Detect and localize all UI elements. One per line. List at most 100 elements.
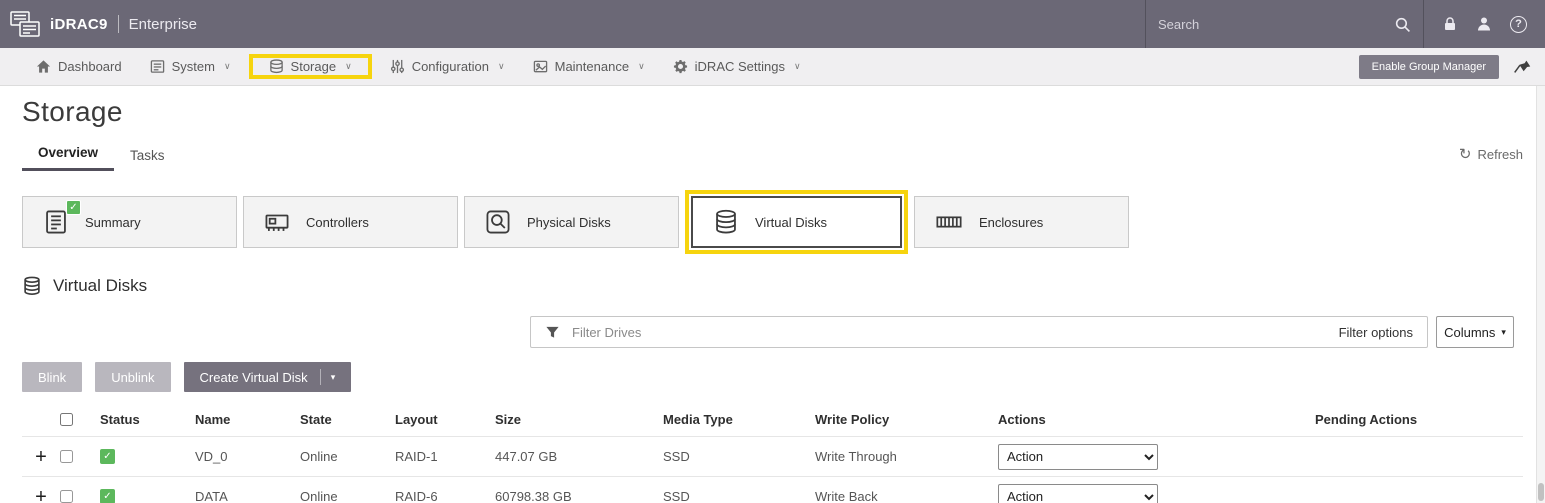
nav-label: System xyxy=(172,59,215,74)
refresh-button[interactable]: ↻ Refresh xyxy=(1459,145,1523,163)
header-layout: Layout xyxy=(395,412,495,427)
caret-down-icon: ▾ xyxy=(331,372,336,383)
enable-group-manager-button[interactable]: Enable Group Manager xyxy=(1359,55,1499,79)
chevron-down-icon: ∨ xyxy=(498,61,505,72)
enclosures-icon xyxy=(935,209,963,235)
expand-row-icon[interactable]: + xyxy=(35,486,47,503)
card-physical-disks[interactable]: Physical Disks xyxy=(464,196,679,248)
virtual-disks-highlight: Virtual Disks xyxy=(685,190,908,254)
main-content: Storage Overview Tasks ↻ Refresh ✓ Summa… xyxy=(0,96,1545,503)
cell-layout: RAID-6 xyxy=(395,489,495,503)
nav-label: iDRAC Settings xyxy=(695,59,785,74)
header-state: State xyxy=(300,412,395,427)
row-checkbox[interactable] xyxy=(60,450,73,463)
filter-bar: Filter options xyxy=(530,316,1428,348)
tab-overview[interactable]: Overview xyxy=(22,138,114,171)
header-status: Status xyxy=(95,412,195,427)
cell-state: Online xyxy=(300,489,395,503)
lock-icon[interactable] xyxy=(1442,16,1458,32)
brand-area: iDRAC9 Enterprise xyxy=(0,0,1145,48)
scrollbar-thumb[interactable] xyxy=(1538,483,1544,501)
brand-edition: Enterprise xyxy=(129,16,197,33)
nav-item-configuration[interactable]: Configuration ∨ xyxy=(376,48,519,85)
header-media-type: Media Type xyxy=(663,412,815,427)
card-label: Enclosures xyxy=(979,215,1043,230)
virtual-disks-icon xyxy=(713,209,739,235)
section-title: Virtual Disks xyxy=(53,276,147,296)
nav-item-system[interactable]: System ∨ xyxy=(136,48,245,85)
filter-row: Filter options Columns ▾ xyxy=(22,316,1523,349)
brand-name: iDRAC9 xyxy=(50,16,108,33)
nav-item-maintenance[interactable]: Maintenance ∨ xyxy=(519,48,659,85)
unblink-button[interactable]: Unblink xyxy=(95,362,170,392)
header-size: Size xyxy=(495,412,663,427)
vertical-scrollbar[interactable] xyxy=(1536,48,1545,503)
pin-icon[interactable] xyxy=(1514,57,1533,76)
table-row: + ✓ DATA Online RAID-6 60798.38 GB SSD W… xyxy=(22,476,1523,503)
card-summary[interactable]: ✓ Summary xyxy=(22,196,237,248)
tab-row: Overview Tasks ↻ Refresh xyxy=(22,138,1523,171)
status-ok-badge: ✓ xyxy=(100,489,115,503)
storage-nav-highlight: Storage ∨ xyxy=(249,54,372,79)
chevron-down-icon: ∨ xyxy=(794,61,801,72)
chevron-down-icon: ∨ xyxy=(224,61,231,72)
table-row: + ✓ VD_0 Online RAID-1 447.07 GB SSD Wri… xyxy=(22,436,1523,476)
system-icon xyxy=(150,59,165,74)
vd-toolbar: Blink Unblink Create Virtual Disk ▾ xyxy=(22,362,1523,392)
cell-size: 60798.38 GB xyxy=(495,489,663,503)
cell-name: DATA xyxy=(195,489,300,503)
storage-category-cards: ✓ Summary Controllers xyxy=(22,196,1523,248)
search-icon[interactable] xyxy=(1394,16,1411,33)
idrac-logo-icon xyxy=(10,11,40,38)
physical-disks-icon xyxy=(485,209,511,235)
action-dropdown[interactable]: Action xyxy=(998,484,1158,503)
expand-row-icon[interactable]: + xyxy=(35,446,47,468)
maintenance-icon xyxy=(533,59,548,74)
cell-write-policy: Write Back xyxy=(815,489,998,503)
nav-item-dashboard[interactable]: Dashboard xyxy=(22,48,136,85)
card-enclosures[interactable]: Enclosures xyxy=(914,196,1129,248)
card-label: Controllers xyxy=(306,215,369,230)
page-title: Storage xyxy=(22,96,1523,128)
columns-button[interactable]: Columns ▾ xyxy=(1436,316,1514,348)
top-header: iDRAC9 Enterprise ? xyxy=(0,0,1545,48)
cell-layout: RAID-1 xyxy=(395,449,495,464)
filter-funnel-icon xyxy=(545,325,560,340)
search-input[interactable] xyxy=(1158,17,1386,32)
cell-name: VD_0 xyxy=(195,449,300,464)
cell-write-policy: Write Through xyxy=(815,449,998,464)
select-all-checkbox[interactable] xyxy=(60,413,73,426)
card-controllers[interactable]: Controllers xyxy=(243,196,458,248)
action-dropdown[interactable]: Action xyxy=(998,444,1158,470)
columns-label: Columns xyxy=(1444,325,1495,340)
main-nav: Dashboard System ∨ Storage ∨ xyxy=(0,48,1545,86)
refresh-icon: ↻ xyxy=(1459,145,1472,163)
card-label: Physical Disks xyxy=(527,215,611,230)
tab-tasks[interactable]: Tasks xyxy=(114,141,181,171)
card-virtual-disks[interactable]: Virtual Disks xyxy=(691,196,902,248)
header-icon-group: ? xyxy=(1423,0,1545,48)
filter-options-link[interactable]: Filter options xyxy=(1339,325,1413,340)
storage-icon xyxy=(269,59,284,74)
nav-item-idrac-settings[interactable]: iDRAC Settings ∨ xyxy=(659,48,815,85)
header-write-policy: Write Policy xyxy=(815,412,998,427)
nav-label: Maintenance xyxy=(555,59,629,74)
nav-label: Storage xyxy=(291,59,337,74)
caret-down-icon: ▾ xyxy=(1501,327,1506,338)
configuration-icon xyxy=(390,59,405,74)
chevron-down-icon: ∨ xyxy=(638,61,645,72)
filter-drives-input[interactable] xyxy=(572,325,1327,340)
row-checkbox[interactable] xyxy=(60,490,73,503)
blink-button[interactable]: Blink xyxy=(22,362,82,392)
controllers-icon xyxy=(264,209,290,235)
help-icon[interactable]: ? xyxy=(1510,16,1527,33)
cell-state: Online xyxy=(300,449,395,464)
refresh-label: Refresh xyxy=(1477,147,1523,162)
header-search xyxy=(1145,0,1423,48)
nav-item-storage[interactable]: Storage ∨ xyxy=(255,59,366,74)
create-virtual-disk-button[interactable]: Create Virtual Disk ▾ xyxy=(184,362,352,392)
cell-size: 447.07 GB xyxy=(495,449,663,464)
table-header-row: Status Name State Layout Size Media Type… xyxy=(22,402,1523,436)
user-icon[interactable] xyxy=(1476,16,1492,32)
gear-icon xyxy=(673,59,688,74)
